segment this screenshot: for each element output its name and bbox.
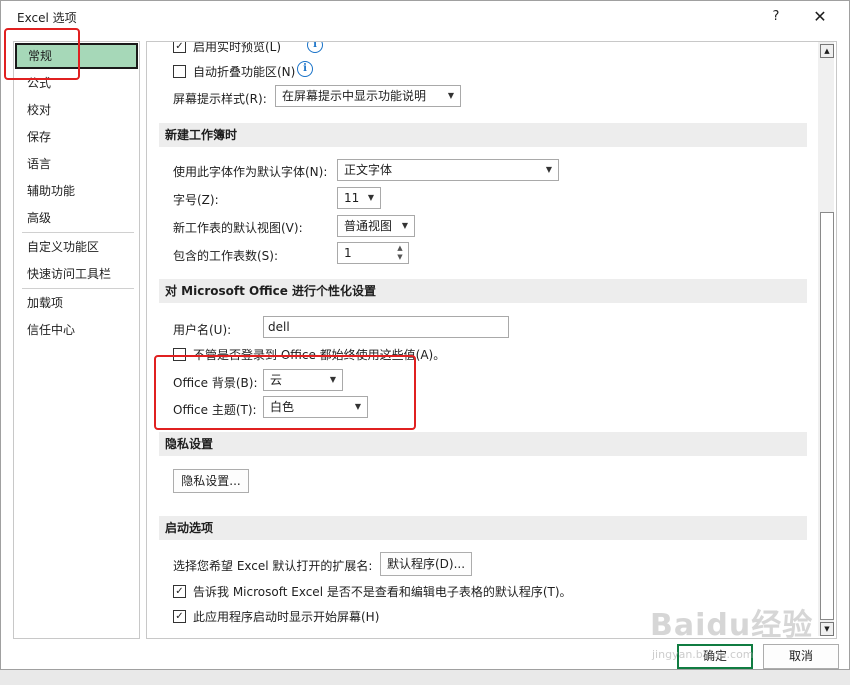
- sidebar-item-trust-center[interactable]: 信任中心: [15, 317, 138, 343]
- category-sidebar: 常规 公式 校对 保存 语言 辅助功能 高级 自定义功能区 快速访问工具栏 加载…: [13, 41, 140, 639]
- info-icon[interactable]: i: [307, 42, 323, 53]
- content-scrollbar[interactable]: ▲ ▼: [818, 42, 834, 636]
- window-title: Excel 选项: [17, 11, 77, 25]
- default-view-value: 普通视图: [344, 219, 393, 233]
- section-header-personalize: 对 Microsoft Office 进行个性化设置: [159, 279, 807, 303]
- always-use-checkbox[interactable]: [173, 348, 186, 361]
- sidebar-divider: [22, 232, 134, 233]
- baidu-watermark: Baidu经验: [650, 608, 814, 643]
- font-size-value: 11: [344, 191, 360, 205]
- office-background-value: 云: [270, 373, 283, 387]
- sheet-count-label: 包含的工作表数(S):: [173, 249, 279, 263]
- tell-me-default-checkbox[interactable]: ✓: [173, 585, 186, 598]
- default-font-value: 正文字体: [344, 163, 393, 177]
- font-size-dropdown[interactable]: 11 ▼: [337, 187, 381, 209]
- live-preview-label: 启用实时预览(L): [193, 41, 282, 54]
- sidebar-item-formulas[interactable]: 公式: [15, 70, 138, 96]
- office-theme-value: 白色: [270, 400, 295, 414]
- title-bar: Excel 选项 ? ✕: [1, 1, 849, 33]
- scroll-down-arrow-icon[interactable]: ▼: [820, 622, 834, 636]
- sidebar-item-advanced[interactable]: 高级: [15, 205, 138, 231]
- screentip-style-value: 在屏幕提示中显示功能说明: [282, 89, 427, 103]
- section-header-privacy: 隐私设置: [159, 432, 807, 456]
- chevron-down-icon: ▼: [447, 91, 454, 100]
- live-preview-checkbox[interactable]: ✓: [173, 42, 186, 53]
- sidebar-divider: [22, 288, 134, 289]
- sidebar-item-save[interactable]: 保存: [15, 124, 138, 150]
- cancel-button[interactable]: 取消: [763, 644, 839, 669]
- sidebar-item-quick-access-toolbar[interactable]: 快速访问工具栏: [15, 261, 138, 287]
- chevron-down-icon: ▼: [329, 375, 336, 384]
- chevron-down-icon: ▼: [367, 193, 374, 202]
- always-use-label: 不管是否登录到 Office 都始终使用这些值(A)。: [193, 348, 446, 362]
- sheet-count-spinner[interactable]: 1 ▲ ▼: [337, 242, 409, 264]
- options-content-panel: ✓ 启用实时预览(L) i 自动折叠功能区(N) i 屏幕提示样式(R): 在屏…: [146, 41, 837, 639]
- default-view-dropdown[interactable]: 普通视图 ▼: [337, 215, 415, 237]
- sidebar-item-general[interactable]: 常规: [15, 43, 138, 69]
- office-theme-dropdown[interactable]: 白色 ▼: [263, 396, 368, 418]
- scroll-thumb[interactable]: [820, 212, 834, 620]
- screentip-style-label: 屏幕提示样式(R):: [173, 92, 267, 106]
- chevron-down-icon: ▼: [545, 165, 552, 174]
- username-input[interactable]: dell: [263, 316, 509, 338]
- default-extensions-label: 选择您希望 Excel 默认打开的扩展名:: [173, 559, 373, 573]
- sidebar-item-language[interactable]: 语言: [15, 151, 138, 177]
- office-background-dropdown[interactable]: 云 ▼: [263, 369, 343, 391]
- screentip-style-dropdown[interactable]: 在屏幕提示中显示功能说明 ▼: [275, 85, 461, 107]
- spinner-arrows-icon[interactable]: ▲ ▼: [394, 244, 406, 262]
- default-view-label: 新工作表的默认视图(V):: [173, 221, 303, 235]
- default-font-dropdown[interactable]: 正文字体 ▼: [337, 159, 559, 181]
- sheet-count-value: 1: [344, 246, 352, 260]
- sidebar-item-accessibility[interactable]: 辅助功能: [15, 178, 138, 204]
- default-programs-button[interactable]: 默认程序(D)...: [380, 552, 472, 576]
- show-start-screen-checkbox[interactable]: ✓: [173, 610, 186, 623]
- help-button[interactable]: ?: [761, 5, 791, 29]
- excel-options-dialog: Excel 选项 ? ✕ 常规 公式 校对 保存 语言 辅助功能 高级 自定义功…: [0, 0, 850, 670]
- section-header-new-workbook: 新建工作簿时: [159, 123, 807, 147]
- collapse-ribbon-checkbox[interactable]: [173, 65, 186, 78]
- tell-me-default-label: 告诉我 Microsoft Excel 是否不是查看和编辑电子表格的默认程序(T…: [193, 585, 572, 599]
- sidebar-item-addins[interactable]: 加载项: [15, 290, 138, 316]
- sidebar-item-proofing[interactable]: 校对: [15, 97, 138, 123]
- font-size-label: 字号(Z):: [173, 193, 219, 207]
- baidu-watermark-url: jingyan.baidu.com: [652, 648, 754, 661]
- default-font-label: 使用此字体作为默认字体(N):: [173, 165, 328, 179]
- sidebar-item-customize-ribbon[interactable]: 自定义功能区: [15, 234, 138, 260]
- scroll-up-arrow-icon[interactable]: ▲: [820, 44, 834, 58]
- close-button[interactable]: ✕: [805, 5, 835, 29]
- office-theme-label: Office 主题(T):: [173, 403, 257, 417]
- office-background-label: Office 背景(B):: [173, 376, 258, 390]
- chevron-down-icon: ▼: [401, 221, 408, 230]
- privacy-settings-button[interactable]: 隐私设置...: [173, 469, 249, 493]
- section-header-startup: 启动选项: [159, 516, 807, 540]
- show-start-screen-label: 此应用程序启动时显示开始屏幕(H): [193, 610, 380, 624]
- info-icon[interactable]: i: [297, 61, 313, 77]
- chevron-down-icon: ▼: [354, 402, 361, 411]
- collapse-ribbon-label: 自动折叠功能区(N): [193, 65, 296, 79]
- username-label: 用户名(U):: [173, 323, 232, 337]
